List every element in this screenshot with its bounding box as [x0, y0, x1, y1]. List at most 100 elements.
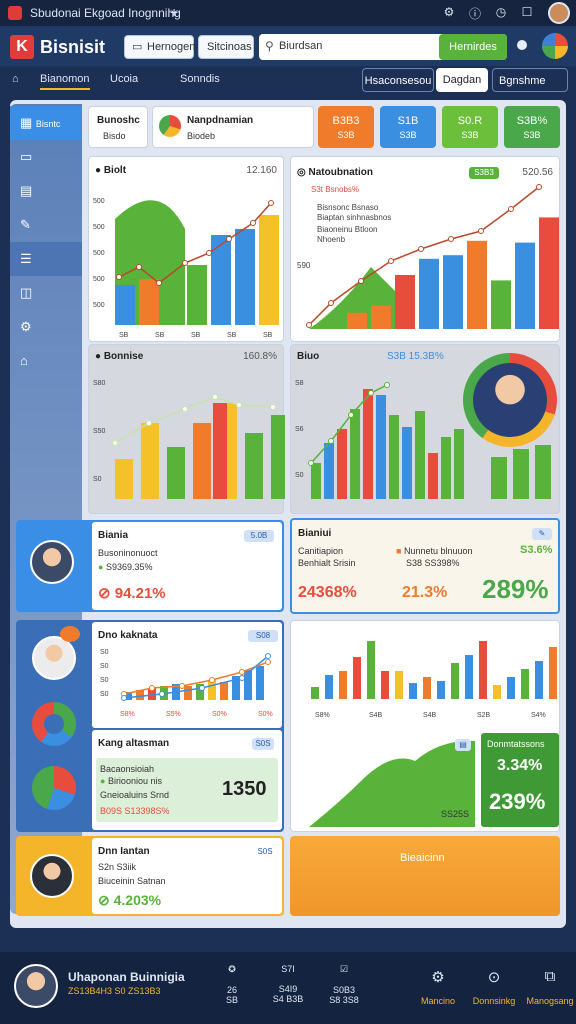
- sidebar-item-tools[interactable]: ✎: [10, 208, 82, 242]
- chart5-bar: [507, 677, 515, 699]
- search-box[interactable]: ⚲ Biurdsan Hernirdes: [259, 34, 507, 60]
- footer-stat-icon: ☑: [339, 964, 349, 974]
- footer-avatar[interactable]: [14, 964, 58, 1008]
- kpi-tile-3[interactable]: S3B% S3B: [504, 106, 560, 148]
- titlebar-avatar[interactable]: [548, 2, 570, 24]
- cardc-ytick: S0: [100, 691, 109, 698]
- banner-card[interactable]: Bieaicinn: [290, 836, 560, 916]
- chart4-ytick: S0: [295, 472, 304, 479]
- footer-action-icon-2[interactable]: ⧉: [535, 968, 565, 985]
- nav-button-1[interactable]: Hsaconsesou: [362, 68, 434, 92]
- card-e-title: Dnn Iantan: [98, 846, 150, 857]
- stat-card-a[interactable]: Biania 5.0B Busoninonuoct ● S9369.35% ⊘ …: [16, 520, 284, 612]
- chart1-point: [226, 236, 232, 242]
- stat-card-e[interactable]: Dnn Iantan S0S S2n S3iik Biuceinin Satna…: [16, 836, 284, 916]
- cardc-point: [149, 685, 155, 691]
- cardc2-point: [239, 675, 245, 681]
- card-d[interactable]: Kang altasman S0S Bacaonsioiah ● Birioon…: [92, 730, 282, 830]
- chart1-bar: [187, 265, 207, 325]
- chart1-ytick: 500: [93, 302, 105, 309]
- nav-item-3[interactable]: Sonndis: [180, 73, 220, 85]
- footer-action-label-1[interactable]: Donnsinkg: [464, 996, 524, 1006]
- nav-item-home[interactable]: Bianomon: [40, 73, 90, 90]
- profile-summary-card[interactable]: Nanpdnamian Biodeb: [152, 106, 314, 148]
- chart2-point: [448, 236, 454, 242]
- new-tab-icon[interactable]: +: [170, 4, 178, 20]
- chart2-point: [418, 246, 424, 252]
- chart5-bar: [535, 661, 543, 699]
- green-stat-box[interactable]: Donmtatssons 3.34% 239%: [481, 733, 559, 827]
- footer-action-label-0[interactable]: Mancino: [408, 996, 468, 1006]
- chart1-ytick: 500: [93, 276, 105, 283]
- kpi-tile-2[interactable]: S0.R S3B: [442, 106, 498, 148]
- sidebar-item-list[interactable]: ☰: [10, 242, 82, 276]
- chart-card-3: ● Bonnise 160.8% S80 S50 S0: [88, 344, 285, 514]
- chart5-bar: [465, 655, 473, 699]
- footer-stat-icon: S7I: [281, 964, 295, 974]
- sidebar-item-folder[interactable]: ⌂: [10, 344, 82, 378]
- card-d-tag: S0S: [252, 738, 274, 750]
- footer-sub: ZS13B4H3 S0 ZS13B3: [68, 986, 161, 996]
- status-dot: [517, 40, 527, 50]
- chart3-point: [212, 394, 218, 400]
- chart-card-4: Biuo S3B 15.3B% S8 S6 S0: [290, 344, 560, 514]
- chart4-ytick: S8: [295, 380, 304, 387]
- cardc2-point: [121, 695, 127, 701]
- kpi-sub: S3B: [523, 130, 541, 140]
- cardc-point: [209, 677, 215, 683]
- chart2-point: [388, 258, 394, 264]
- maximize-icon[interactable]: ☐: [520, 5, 534, 19]
- kpi-tile-1[interactable]: S1B S3B: [380, 106, 436, 148]
- sidebar-item-dashboard[interactable]: ▦ Bisntc: [10, 106, 82, 140]
- cardc2-point: [199, 685, 205, 691]
- notification-badge: [60, 626, 80, 642]
- header-tab-2[interactable]: Sitcinoas: [198, 35, 254, 59]
- footer-action-icon-1[interactable]: ⊙: [479, 968, 509, 986]
- card-d-line1: Bacaonsioiah: [100, 764, 155, 774]
- header-tab-1[interactable]: ▭ Hernogen: [124, 35, 195, 59]
- nav-item-2[interactable]: Ucoia: [110, 73, 138, 85]
- card-b-tag: ✎: [532, 528, 552, 540]
- sidebar-item-chart[interactable]: ◫: [10, 276, 82, 310]
- chart4-bar: [513, 449, 529, 499]
- card-b-line2: Benhialt Srisin: [298, 558, 356, 568]
- theme-wheel-icon[interactable]: [542, 33, 568, 59]
- sidebar-item-reports[interactable]: ▤: [10, 174, 82, 208]
- home-icon[interactable]: ⌂: [12, 73, 19, 85]
- kpi-tile-0[interactable]: B3B3 S3B: [318, 106, 374, 148]
- chart-card-5: S8% S4B S4B S2B S4% Donmtatssons 3.34% 239% …: [290, 620, 560, 832]
- search-button[interactable]: Hernirdes: [439, 34, 507, 60]
- sidebar-item-settings[interactable]: ⚙: [10, 310, 82, 344]
- donut-chart-2: [32, 766, 76, 810]
- chart4-bar: [324, 443, 334, 499]
- stat-card-b[interactable]: Bianiui ✎ Canitiapion Benhialt Srisin ■ …: [290, 518, 560, 614]
- chart2-svg: [306, 184, 559, 329]
- chart2-bar: [467, 240, 487, 329]
- kpi-value: B3B3: [332, 115, 360, 127]
- avatar: [30, 540, 74, 584]
- footer-action-icon-0[interactable]: ⚙: [423, 968, 453, 986]
- chart5-bar: [493, 685, 501, 699]
- pie-icon: [159, 115, 181, 137]
- info-icon[interactable]: ⓘ: [468, 5, 482, 22]
- settings-icon[interactable]: ⚙: [442, 5, 456, 19]
- search-input[interactable]: Biurdsan: [279, 40, 322, 52]
- cardc-point: [265, 659, 271, 665]
- profile-summary-sub: Biodeb: [187, 131, 216, 141]
- nav-button-2[interactable]: Dagdan: [436, 68, 488, 92]
- chart-card-1: ● Biolt 12.160 500 500 500 500 500 SB SB SB SB SB: [88, 156, 284, 342]
- card-c[interactable]: Dno kaknata S08 S0 S0 S0 S0 S8% S5% S0% S0%: [92, 622, 282, 728]
- clock-icon[interactable]: ◷: [494, 5, 508, 19]
- search-icon: ⚲: [265, 39, 274, 53]
- card-c-chart: S0 S0 S0 S0 S8% S5% S0% S0%: [100, 649, 273, 718]
- footer-stat-v1: 26: [226, 985, 237, 995]
- chart4-bar: [491, 457, 507, 499]
- sidebar-item-monitor[interactable]: ▭: [10, 140, 82, 174]
- footer-action-label-2[interactable]: Manogsang: [520, 996, 576, 1006]
- area-label: SS25S: [441, 809, 470, 819]
- summary-card[interactable]: Bunoshc Bisdo: [88, 106, 148, 148]
- nav-button-3[interactable]: Bgnshme: [492, 68, 568, 92]
- profile-summary-title: Nanpdnamian: [187, 115, 254, 126]
- chart1-bar: [235, 229, 255, 325]
- footer-stat-icon: ✪: [228, 964, 236, 974]
